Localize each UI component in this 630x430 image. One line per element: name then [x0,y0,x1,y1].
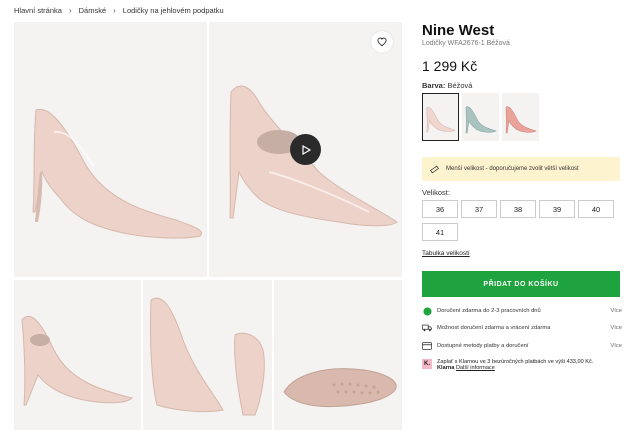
color-value: Béžová [447,81,473,90]
klarna-more-link[interactable]: Další informace [456,365,495,371]
truck-icon [422,323,432,333]
swatch-shoe-image [426,106,456,133]
product-image-side[interactable] [14,22,207,277]
breadcrumb: Hlavní stránka › Dámské › Lodičky na jeh… [14,6,224,15]
ruler-icon [430,165,439,173]
product-price: 1 299 Kč [422,58,478,74]
size-option-39[interactable]: 39 [539,200,575,218]
color-label: Barva: Béžová [422,81,472,90]
chevron-right-icon: › [68,6,72,15]
breadcrumb-women[interactable]: Dámské [79,6,107,15]
info-row-delivery: Doručení zdarma do 2-3 pracovních dnů Ví… [422,306,622,316]
shoe-sole-image [283,368,397,408]
color-swatch-beige[interactable] [422,93,459,141]
product-subtitle: Lodičky WFA2676-1 Béžová [422,40,510,47]
info-text: Doručení zdarma do 2-3 pracovních dnů [437,308,541,314]
shoe-side-image [32,108,202,239]
size-notice-text: Menší velikost - doporučujeme zvolit vět… [446,166,579,172]
size-option-36[interactable]: 36 [422,200,458,218]
green-dot-icon [422,306,432,316]
more-link[interactable]: Více [610,325,622,331]
heart-icon [377,37,387,47]
product-image-sole[interactable] [274,280,402,430]
size-option-40[interactable]: 40 [578,200,614,218]
play-video-button[interactable] [290,134,321,165]
card-icon [422,341,432,351]
color-swatch-mint[interactable] [462,93,499,141]
wishlist-button[interactable] [371,31,393,53]
klarna-logo-icon: K. [422,359,432,369]
shoe-back-image [149,297,265,416]
breadcrumb-home[interactable]: Hlavní stránka [14,6,62,15]
size-option-41[interactable]: 41 [422,223,458,241]
size-option-38[interactable]: 38 [500,200,536,218]
product-brand[interactable]: Nine West [422,22,494,39]
breadcrumb-category[interactable]: Lodičky na jehlovém podpatku [123,6,224,15]
more-link[interactable]: Více [610,343,622,349]
color-swatch-coral[interactable] [502,93,539,141]
info-row-payment: Dostupné metody platby a doručení Více [422,341,622,351]
chevron-right-icon: › [113,6,116,15]
info-text: Možnost doručení zdarma a vrácení zdarma [437,325,551,331]
klarna-brand: Klarna [437,365,455,371]
size-option-37[interactable]: 37 [461,200,497,218]
klarna-footer: Klarna Další informace [437,365,593,371]
size-table-link[interactable]: Tabulka velikostí [422,250,470,257]
shoe-pair-image [21,315,133,406]
size-title: Velikost: [422,188,450,197]
klarna-text-block: Zaplať s Klarnou ve 3 bezúročných platbá… [437,359,593,371]
product-image-pair[interactable] [14,280,141,430]
info-text: Dostupné metody platby a doručení [437,343,529,349]
color-label-title: Barva: [422,81,446,90]
size-notice: Menší velikost - doporučujeme zvolit vět… [422,157,620,181]
info-row-returns: Možnost doručení zdarma a vrácení zdarma… [422,323,622,333]
add-to-cart-button[interactable]: PŘIDAT DO KOŠÍKU [422,271,620,297]
more-link[interactable]: Více [610,308,622,314]
product-image-back[interactable] [143,280,272,430]
swatch-shoe-image [465,106,497,134]
klarna-offer: K. Zaplať s Klarnou ve 3 bezúročných pla… [422,359,622,371]
swatch-shoe-image [505,106,537,134]
play-icon [301,144,311,155]
